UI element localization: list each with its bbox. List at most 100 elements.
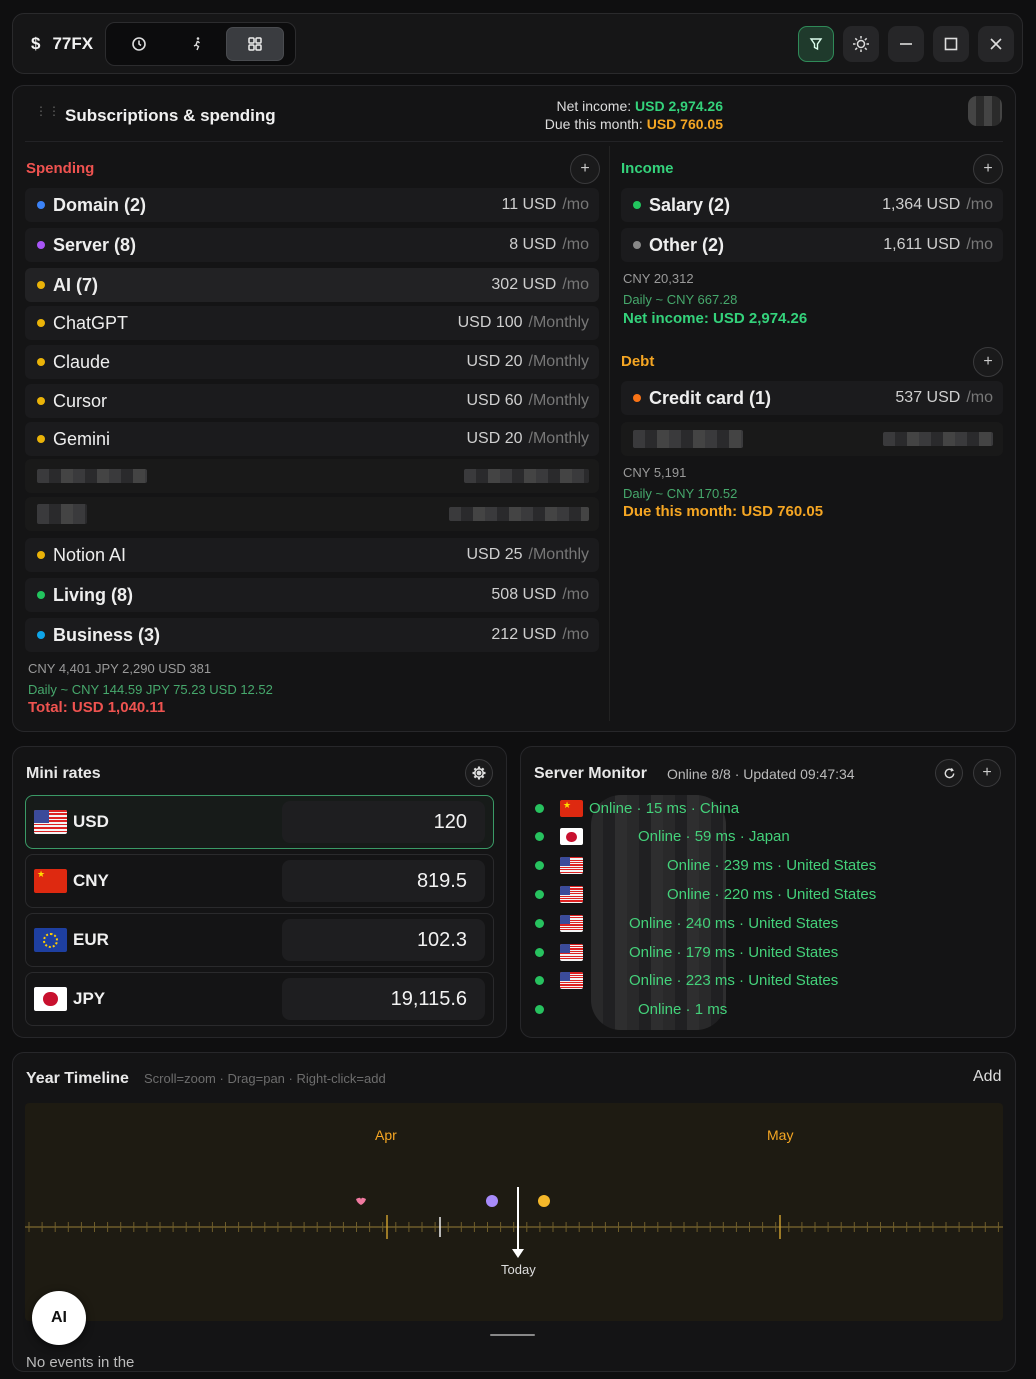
category-dot [633, 241, 641, 249]
list-item[interactable]: Domain (2) 11 USD/mo [25, 188, 599, 222]
add-debt-button[interactable]: + [973, 347, 1003, 377]
filter-button[interactable] [798, 26, 834, 62]
server-row[interactable]: Online · 59 ms · Japan [535, 826, 790, 848]
list-item[interactable]: ChatGPT USD 100/Monthly [25, 306, 599, 340]
category-dot [37, 551, 45, 559]
rate-input[interactable]: 19,115.6 [282, 978, 485, 1020]
list-item-hidden[interactable] [25, 497, 599, 531]
item-unit: /mo [966, 389, 993, 406]
category-dot [37, 358, 45, 366]
list-item[interactable]: AI (7) 302 USD/mo [25, 268, 599, 302]
spending-title: Spending [26, 160, 95, 177]
gear-icon [472, 766, 486, 780]
list-item-hidden[interactable] [621, 422, 1003, 456]
list-item[interactable]: Living (8) 508 USD/mo [25, 578, 599, 612]
list-item[interactable]: Business (3) 212 USD/mo [25, 618, 599, 652]
item-label: Notion AI [53, 544, 127, 565]
server-row[interactable]: Online · 239 ms · United States [535, 855, 876, 877]
rates-settings-button[interactable] [465, 759, 493, 787]
close-icon [990, 38, 1002, 50]
item-label: Living (8) [53, 584, 133, 605]
spending-daily: Daily ~ CNY 144.59 JPY 75.23 USD 12.52 [28, 682, 273, 697]
refresh-button[interactable] [935, 759, 963, 787]
item-amount: 302 USD [491, 276, 557, 293]
item-amount: USD 25 [466, 546, 523, 563]
debt-title: Debt [621, 353, 655, 370]
drag-handle-icon[interactable]: ⋮⋮ [35, 105, 61, 117]
server-status: Online 8/8 · Updated 09:47:34 [667, 766, 855, 782]
rate-input[interactable]: 120 [282, 801, 485, 843]
list-item[interactable]: Other (2) 1,611 USD/mo [621, 228, 1003, 262]
us-flag-icon [560, 943, 583, 961]
runner-icon [193, 37, 200, 51]
tab-clock[interactable] [110, 27, 168, 61]
sun-icon [853, 36, 869, 52]
rate-input[interactable]: 819.5 [282, 860, 485, 902]
list-item[interactable]: Salary (2) 1,364 USD/mo [621, 188, 1003, 222]
us-flag-icon [560, 972, 583, 990]
event-marker [538, 1195, 550, 1207]
tab-grid[interactable] [226, 27, 284, 61]
currency-code: EUR [73, 930, 109, 949]
server-row[interactable]: Online · 240 ms · United States [535, 912, 838, 934]
refresh-icon [944, 767, 954, 778]
plus-icon: + [982, 764, 992, 781]
tab-runner[interactable] [168, 27, 226, 61]
server-row[interactable]: ★ Online · 15 ms · China [535, 797, 739, 819]
rate-row-cny[interactable]: ★ CNY 819.5 [25, 854, 494, 908]
item-amount: USD 20 [466, 353, 523, 370]
jp-flag-icon [34, 987, 67, 1011]
add-spending-button[interactable]: + [570, 154, 600, 184]
subscriptions-title: Subscriptions & spending [65, 106, 276, 125]
server-row[interactable]: Online · 220 ms · United States [535, 883, 876, 905]
currency-code: JPY [73, 989, 106, 1008]
resize-handle[interactable] [490, 1334, 535, 1336]
item-label: Claude [53, 351, 111, 372]
avatar[interactable] [968, 96, 1002, 126]
theme-button[interactable] [843, 26, 879, 62]
app-name: 77FX [52, 34, 94, 53]
item-amount: 212 USD [491, 626, 557, 643]
server-row[interactable]: Online · 179 ms · United States [535, 941, 838, 963]
server-row[interactable]: Online · 223 ms · United States [535, 970, 838, 992]
currency-code: USD [73, 812, 109, 831]
rate-input[interactable]: 102.3 [282, 919, 485, 961]
add-event-button[interactable]: Add [973, 1068, 1001, 1086]
list-item[interactable]: Claude USD 20/Monthly [25, 345, 599, 379]
timeline-empty-text: No events in the [26, 1354, 135, 1371]
online-status-dot [535, 889, 544, 899]
add-income-button[interactable]: + [973, 154, 1003, 184]
add-server-button[interactable]: + [973, 759, 1001, 787]
server-row[interactable]: Online · 1 ms [535, 999, 727, 1021]
list-item[interactable]: Server (8) 8 USD/mo [25, 228, 599, 262]
category-dot [633, 201, 641, 209]
category-dot [37, 435, 45, 443]
heart-event-icon [356, 1197, 366, 1205]
list-item[interactable]: Cursor USD 60/Monthly [25, 384, 599, 418]
item-label: Domain (2) [53, 194, 147, 215]
rate-row-jpy[interactable]: JPY 19,115.6 [25, 972, 494, 1026]
event-marker [486, 1195, 498, 1207]
timeline-canvas[interactable]: Apr May Today [25, 1103, 1003, 1321]
item-unit: /Monthly [528, 546, 589, 563]
rate-row-eur[interactable]: EUR 102.3 [25, 913, 494, 967]
close-button[interactable] [978, 26, 1014, 62]
net-summary: Net income: USD 2,974.26 Due this month:… [544, 98, 723, 132]
rate-row-usd[interactable]: USD 120 [25, 795, 494, 849]
list-item-hidden[interactable] [25, 459, 599, 493]
income-net: Net income: USD 2,974.26 [623, 310, 808, 327]
list-item[interactable]: Gemini USD 20/Monthly [25, 422, 599, 456]
category-dot [633, 394, 641, 402]
mini-rates-title: Mini rates [26, 765, 101, 782]
item-amount: 537 USD [895, 389, 961, 406]
item-amount: USD 60 [466, 392, 523, 409]
minimize-button[interactable] [888, 26, 924, 62]
mini-rates-panel: Mini rates USD 120 ★ CNY 819.5 EUR 102.3 JPY 19,… [12, 746, 507, 1038]
category-dot [37, 319, 45, 327]
list-item[interactable]: Credit card (1) 537 USD/mo [621, 381, 1003, 415]
maximize-button[interactable] [933, 26, 969, 62]
ai-assistant-button[interactable]: AI [32, 1291, 86, 1345]
list-item[interactable]: Notion AI USD 25/Monthly [25, 538, 599, 572]
item-unit: /Monthly [528, 353, 589, 370]
item-label: Business (3) [53, 624, 161, 645]
